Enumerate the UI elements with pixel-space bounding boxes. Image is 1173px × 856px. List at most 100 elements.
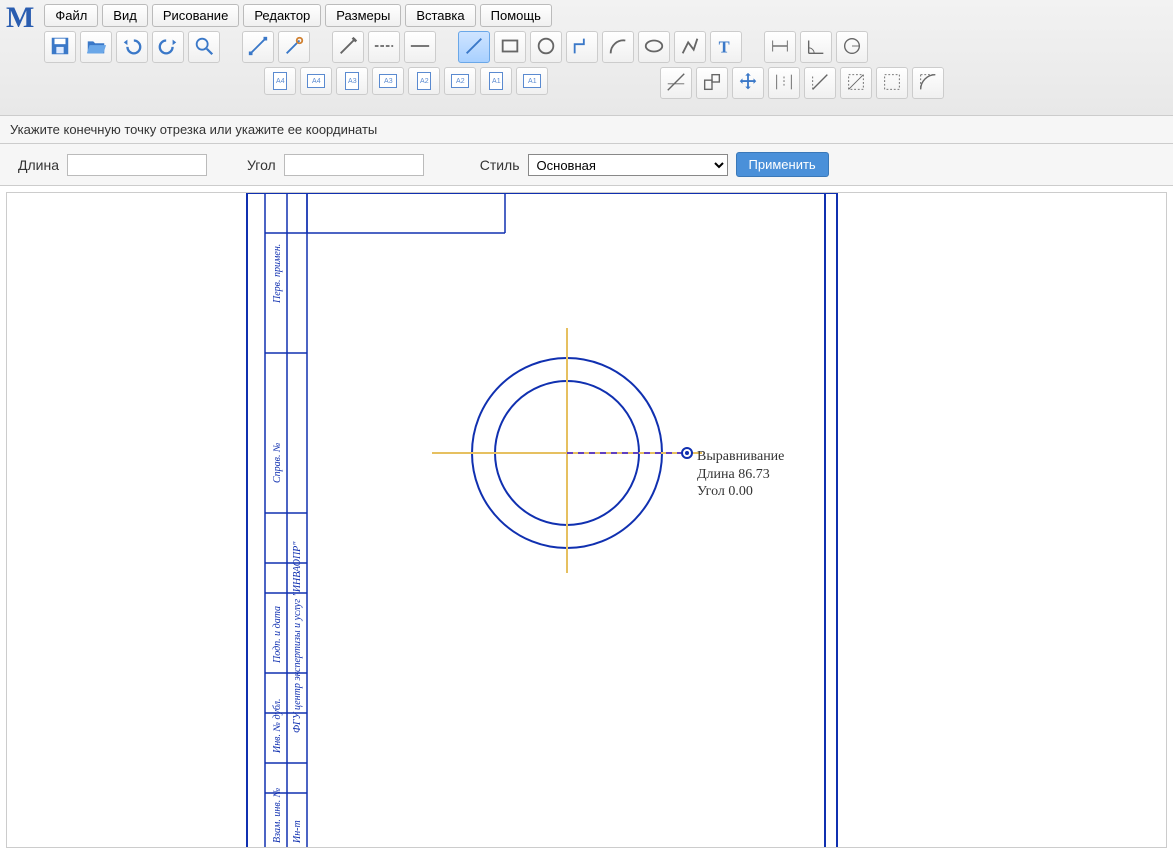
snap-mid-button[interactable] — [768, 67, 800, 99]
status-text: Укажите конечную точку отрезка или укажи… — [10, 122, 377, 137]
draw-circle-icon — [535, 35, 557, 60]
edit-line-icon — [247, 35, 269, 60]
properties-bar: Длина Угол Стиль Основная Применить — [0, 144, 1173, 186]
line-dashdot-button[interactable] — [332, 31, 364, 63]
svg-text:Инв. № дубл.: Инв. № дубл. — [272, 699, 283, 754]
line-dash-icon — [373, 35, 395, 60]
draw-line-icon — [463, 35, 485, 60]
status-bar: Укажите конечную точку отрезка или укажи… — [0, 116, 1173, 144]
draw-rect-button[interactable] — [494, 31, 526, 63]
line-solid-button[interactable] — [404, 31, 436, 63]
svg-text:T: T — [719, 37, 730, 56]
draw-text-button[interactable]: T — [710, 31, 742, 63]
snap-nearest-icon — [881, 71, 903, 96]
menu-editor[interactable]: Редактор — [243, 4, 321, 27]
draw-polyline-icon — [679, 35, 701, 60]
paper-a1-landscape[interactable]: A1 — [516, 67, 548, 95]
drawing-canvas[interactable]: Перв. примен. Справ. № Подп. и дата Инв.… — [6, 192, 1167, 848]
menu-insert[interactable]: Вставка — [405, 4, 475, 27]
paper-a2-portrait[interactable]: A2 — [408, 67, 440, 95]
length-input[interactable] — [67, 154, 207, 176]
search-icon — [193, 35, 215, 60]
dim-horizontal-button[interactable] — [764, 31, 796, 63]
topbar: M Файл Вид Рисование Редактор Размеры Вс… — [0, 0, 1173, 116]
svg-text:Справ. №: Справ. № — [272, 443, 283, 483]
line-dashdot-icon — [337, 35, 359, 60]
toolbar-row-2: A4 A4 A3 A3 A2 A2 A1 A1 — [264, 67, 944, 99]
transform-icon — [283, 35, 305, 60]
svg-text:Подп. и дата: Подп. и дата — [272, 606, 283, 664]
dim-radius-icon — [841, 35, 863, 60]
app-logo: M — [6, 4, 38, 32]
menu-draw[interactable]: Рисование — [152, 4, 239, 27]
redo-icon — [157, 35, 179, 60]
snap-perp-icon — [809, 71, 831, 96]
draw-ellipse-button[interactable] — [638, 31, 670, 63]
redo-button[interactable] — [152, 31, 184, 63]
svg-text:Взам. инв. №: Взам. инв. № — [272, 788, 283, 843]
paper-a3-landscape[interactable]: A3 — [372, 67, 404, 95]
open-button[interactable] — [80, 31, 112, 63]
draw-polyline-button[interactable] — [674, 31, 706, 63]
edit-line-button[interactable] — [242, 31, 274, 63]
paper-a4-landscape[interactable]: A4 — [300, 67, 332, 95]
draw-path-button[interactable] — [566, 31, 598, 63]
zoom-button[interactable] — [188, 31, 220, 63]
snap-endpoint-button[interactable] — [696, 67, 728, 99]
snap-perp-button[interactable] — [804, 67, 836, 99]
svg-text:ФГУ центр экспертизы и услуг ": ФГУ центр экспертизы и услуг "ИНВАОПР" — [292, 541, 303, 733]
menu-file[interactable]: Файл — [44, 4, 98, 27]
menu-view[interactable]: Вид — [102, 4, 148, 27]
line-solid-icon — [409, 35, 431, 60]
dim-angle-icon — [805, 35, 827, 60]
draw-rect-icon — [499, 35, 521, 60]
length-label: Длина — [18, 157, 59, 173]
menu-help[interactable]: Помощь — [480, 4, 552, 27]
draw-arc-icon — [607, 35, 629, 60]
dim-radius-button[interactable] — [836, 31, 868, 63]
style-label: Стиль — [480, 157, 520, 173]
tooltip-line3: Угол 0.00 — [697, 483, 784, 501]
snap-tangent-icon — [845, 71, 867, 96]
snap-point-dot — [685, 451, 689, 455]
angle-label: Угол — [247, 157, 276, 173]
draw-path-icon — [571, 35, 593, 60]
draw-line-button[interactable] — [458, 31, 490, 63]
angle-input[interactable] — [284, 154, 424, 176]
paper-a1-portrait[interactable]: A1 — [480, 67, 512, 95]
menu-bar: Файл Вид Рисование Редактор Размеры Вста… — [44, 4, 944, 27]
line-dash-button[interactable] — [368, 31, 400, 63]
draw-arc-button[interactable] — [602, 31, 634, 63]
transform-button[interactable] — [278, 31, 310, 63]
drawing-svg: Перв. примен. Справ. № Подп. и дата Инв.… — [7, 193, 1167, 848]
snap-arc-icon — [917, 71, 939, 96]
dim-horizontal-icon — [769, 35, 791, 60]
style-select[interactable]: Основная — [528, 154, 728, 176]
save-icon — [49, 35, 71, 60]
paper-a3-portrait[interactable]: A3 — [336, 67, 368, 95]
draw-circle-button[interactable] — [530, 31, 562, 63]
snap-intersect-icon — [665, 71, 687, 96]
snap-tangent-button[interactable] — [840, 67, 872, 99]
toolbar-row-1: T — [44, 31, 944, 63]
undo-button[interactable] — [116, 31, 148, 63]
tooltip-line1: Выравнивание — [697, 448, 784, 466]
dim-angle-button[interactable] — [800, 31, 832, 63]
undo-icon — [121, 35, 143, 60]
paper-a2-landscape[interactable]: A2 — [444, 67, 476, 95]
move-icon — [737, 71, 759, 96]
move-button[interactable] — [732, 67, 764, 99]
paper-a4-portrait[interactable]: A4 — [264, 67, 296, 95]
snap-nearest-button[interactable] — [876, 67, 908, 99]
cursor-tooltip: Выравнивание Длина 86.73 Угол 0.00 — [697, 448, 784, 501]
open-folder-icon — [85, 35, 107, 60]
svg-text:Перв. примен.: Перв. примен. — [272, 244, 283, 304]
snap-intersect-button[interactable] — [660, 67, 692, 99]
paper-size-group: A4 A4 A3 A3 A2 A2 A1 A1 — [264, 67, 548, 99]
snap-endpoint-icon — [701, 71, 723, 96]
save-button[interactable] — [44, 31, 76, 63]
menu-dimensions[interactable]: Размеры — [325, 4, 401, 27]
snap-arc-button[interactable] — [912, 67, 944, 99]
svg-text:Ин-т: Ин-т — [292, 820, 303, 844]
apply-button[interactable]: Применить — [736, 152, 829, 177]
